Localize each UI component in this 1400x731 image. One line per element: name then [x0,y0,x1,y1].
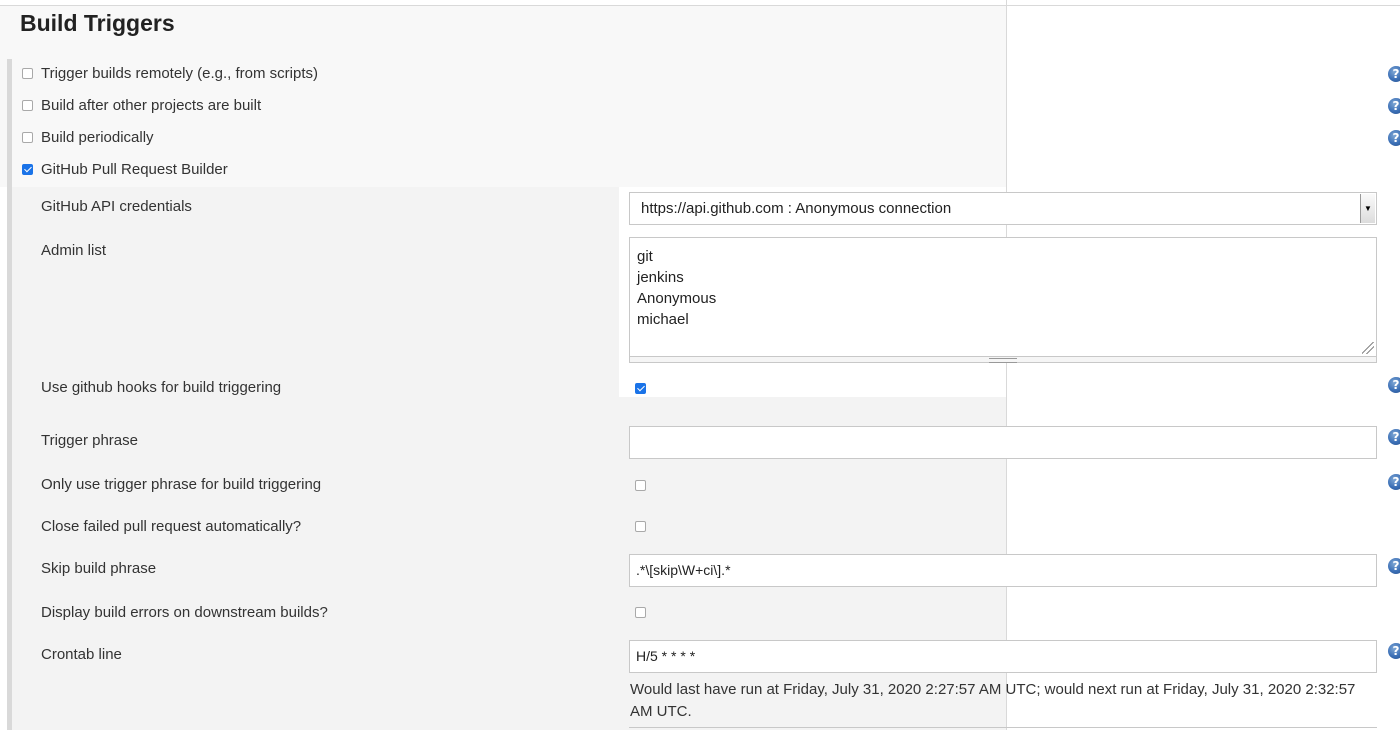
next-field-edge [629,727,1377,731]
build-periodically-label: Build periodically [41,129,154,146]
use-hooks-label: Use github hooks for build triggering [41,379,282,396]
display-errors-label: Display build errors on downstream build… [41,604,328,621]
textarea-expand-handle[interactable] [629,357,1377,363]
only-trigger-phrase-label: Only use trigger phrase for build trigge… [41,476,322,493]
crontab-label: Crontab line [41,646,122,663]
help-icon[interactable]: ? [1388,643,1400,659]
help-icon[interactable]: ? [1388,429,1400,445]
crontab-schedule-note: Would last have run at Friday, July 31, … [630,681,1356,720]
build-after-other-checkbox[interactable] [22,100,33,111]
admin-list-line: git [637,248,653,265]
admin-list-label: Admin list [41,242,107,259]
display-errors-checkbox[interactable] [635,607,646,618]
credentials-selected-value: https://api.github.com : Anonymous conne… [641,200,952,217]
resize-grip-icon[interactable] [1362,342,1374,354]
help-icon[interactable]: ? [1388,66,1400,82]
ghprb-checkbox[interactable] [22,164,33,175]
trigger-remotely-label: Trigger builds remotely (e.g., from scri… [41,65,319,82]
use-hooks-checkbox[interactable] [635,383,646,394]
trigger-phrase-label: Trigger phrase [41,432,138,449]
section-title: Build Triggers [20,10,175,36]
admin-list-line: jenkins [637,269,684,286]
admin-list-line: michael [637,311,689,328]
section-indent-bar [7,59,12,730]
column-divider [1006,0,1007,730]
credentials-select[interactable]: https://api.github.com : Anonymous conne… [629,192,1377,225]
only-trigger-phrase-checkbox[interactable] [635,480,646,491]
help-icon[interactable]: ? [1388,558,1400,574]
trigger-remotely-checkbox[interactable] [22,68,33,79]
close-failed-checkbox[interactable] [635,521,646,532]
help-icon[interactable]: ? [1388,130,1400,146]
skip-phrase-input[interactable]: .*\[skip\W+ci\].* [629,554,1377,587]
credentials-label: GitHub API credentials [41,198,192,215]
crontab-input[interactable]: H/5 * * * * [629,640,1377,673]
build-periodically-checkbox[interactable] [22,132,33,143]
trigger-phrase-input[interactable] [629,426,1377,459]
build-after-other-label: Build after other projects are built [41,97,262,114]
admin-list-line: Anonymous [637,290,717,307]
close-failed-label: Close failed pull request automatically? [41,518,302,535]
help-icon[interactable]: ? [1388,474,1400,490]
help-icon[interactable]: ? [1388,98,1400,114]
admin-list-textarea[interactable]: git jenkins Anonymous michael [629,237,1377,357]
help-icon[interactable]: ? [1388,377,1400,393]
skip-phrase-label: Skip build phrase [41,560,157,577]
dropdown-arrow-icon[interactable]: ▼ [1360,194,1375,223]
ghprb-label: GitHub Pull Request Builder [41,161,228,178]
